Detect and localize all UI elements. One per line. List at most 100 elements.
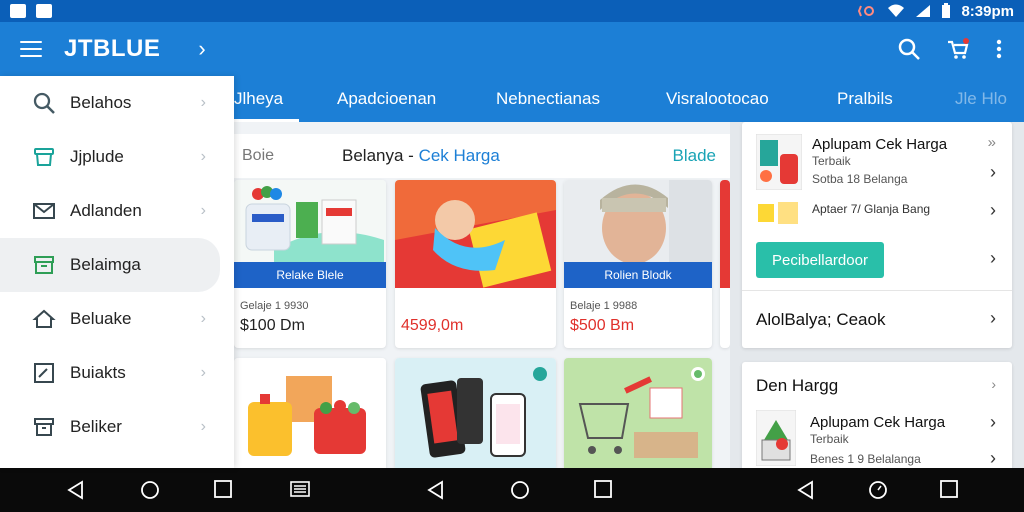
recents-icon[interactable] xyxy=(594,480,612,498)
cart-icon[interactable] xyxy=(946,38,970,60)
drawer-item-label: Belahos xyxy=(70,93,132,112)
price-check-row2: Aptaer 7/ Glanja Bang xyxy=(812,202,931,216)
product-card-8-partial xyxy=(720,358,730,468)
product-image xyxy=(395,180,556,288)
back-icon[interactable] xyxy=(796,480,814,500)
section-title-dash: - xyxy=(408,146,414,165)
product-banner: Relake Blele xyxy=(234,262,386,288)
product-thumbnail xyxy=(756,410,796,466)
chevron-right-icon[interactable]: › xyxy=(990,248,996,269)
navigation-drawer: Belahos › Jjplude › Adlanden › Belaimga … xyxy=(0,76,234,468)
home-button-icon[interactable] xyxy=(510,480,530,500)
recents-icon[interactable] xyxy=(214,480,232,498)
card2-row-sub2: Benes 1 9 Belalanga xyxy=(810,452,921,466)
double-chevron-icon[interactable]: » xyxy=(988,134,996,151)
chart-icon xyxy=(34,363,54,383)
price-check-title: Aplupam Cek Harga xyxy=(812,136,948,153)
system-nav-bar xyxy=(0,468,1024,512)
chevron-right-icon: › xyxy=(200,202,206,219)
search-icon xyxy=(33,92,55,114)
drawer-item-label: Beluake xyxy=(70,309,132,328)
tab-4[interactable]: Visralootocao xyxy=(666,76,769,122)
drawer-item-label: Jjplude xyxy=(70,147,124,166)
chevron-right-icon[interactable]: › xyxy=(991,376,996,392)
tab-3[interactable]: Nebnectianas xyxy=(496,76,600,122)
product-price: $100 Dm xyxy=(240,317,305,334)
product-banner: Rolien Blodk xyxy=(564,262,712,288)
drawer-item-6[interactable]: Buiakts › xyxy=(0,346,234,400)
drawer-item-label: Buiakts xyxy=(70,363,126,382)
tab-1[interactable]: Jlheya xyxy=(227,76,300,122)
image-icon xyxy=(36,4,52,18)
home-button-icon[interactable] xyxy=(140,480,160,500)
product-image xyxy=(395,358,556,468)
drawer-item-5[interactable]: Beluake › xyxy=(0,292,234,346)
section-header: Boie Belanya - Cek Harga Blade xyxy=(234,134,730,178)
drawer-item-2[interactable]: Jjplude › xyxy=(0,130,234,184)
product-card-3[interactable]: Rolien Blodk Belaje 1 9988 $500 Bm xyxy=(564,180,712,348)
teal-action-button[interactable]: Pecibellardoor xyxy=(756,242,884,278)
see-all-link[interactable]: Blade xyxy=(673,146,716,166)
tab-2[interactable]: Apadcioenan xyxy=(337,76,436,122)
card2-row-sub: Terbaik xyxy=(810,432,849,446)
product-card-5[interactable] xyxy=(234,358,386,468)
chevron-right-icon[interactable]: › xyxy=(990,308,996,329)
back-icon[interactable] xyxy=(66,480,84,500)
keyboard-icon[interactable] xyxy=(290,480,310,498)
more-vert-icon[interactable] xyxy=(996,39,1002,59)
drawer-item-3[interactable]: Adlanden › xyxy=(0,184,234,238)
ring-icon xyxy=(858,5,875,17)
drawer-item-1[interactable]: Belahos › xyxy=(0,76,234,130)
tab-5[interactable]: Pralbils xyxy=(837,76,893,122)
chevron-right-icon: › xyxy=(200,310,206,327)
signal-icon xyxy=(916,5,931,17)
app-bar: JTBLUE › xyxy=(0,22,1024,76)
drawer-item-4[interactable]: Belaimga xyxy=(0,238,220,292)
home-button-icon[interactable] xyxy=(868,480,888,500)
product-card-2[interactable]: 4599,0m xyxy=(395,180,556,348)
product-image xyxy=(564,358,712,468)
row3-title[interactable]: AlolBalya; Ceaok xyxy=(756,310,885,330)
card2-row-title: Aplupam Cek Harga xyxy=(810,414,946,431)
den-hargg-card: Den Hargg › Aplupam Cek Harga Terbaik Be… xyxy=(742,362,1012,468)
product-meta: Belaje 1 9988 xyxy=(570,300,638,312)
chevron-right-icon: › xyxy=(200,94,206,111)
section-title-accent: Cek Harga xyxy=(418,146,500,165)
tab-6[interactable]: Jle Hlo xyxy=(955,76,1007,122)
chevron-right-icon: › xyxy=(200,364,206,381)
card-header: Den Hargg xyxy=(756,376,839,395)
price-check-sub2: Sotba 18 Belanga xyxy=(812,172,908,186)
product-card-1[interactable]: Relake Blele Gelaje 1 9930 $100 Dm xyxy=(234,180,386,348)
status-bar: 8:39pm xyxy=(0,0,1024,22)
product-card-4-partial[interactable] xyxy=(720,180,730,348)
product-thumbnail xyxy=(758,202,798,224)
section-title: Belanya - Cek Harga xyxy=(342,146,500,166)
chevron-right-icon[interactable]: › xyxy=(990,162,996,183)
product-image xyxy=(234,358,386,468)
chevron-right-icon[interactable]: › xyxy=(990,412,996,433)
app-title: JTBLUE xyxy=(64,35,161,62)
chevron-right-icon[interactable]: › xyxy=(198,36,205,62)
product-card-7[interactable] xyxy=(564,358,712,468)
clock: 8:39pm xyxy=(961,2,1014,20)
section-small-label: Boie xyxy=(242,147,275,164)
back-icon[interactable] xyxy=(426,480,444,500)
drawer-item-7[interactable]: Beliker › xyxy=(0,400,234,454)
product-card-6[interactable] xyxy=(395,358,556,468)
menu-icon[interactable] xyxy=(20,41,42,57)
recents-icon[interactable] xyxy=(940,480,958,498)
basket-icon xyxy=(34,148,54,166)
gmail-icon xyxy=(10,4,26,18)
drawer-item-label: Belaimga xyxy=(70,255,141,274)
product-image xyxy=(234,180,386,262)
price-check-card: Aplupam Cek Harga Terbaik Sotba 18 Belan… xyxy=(742,122,1012,348)
drawer-item-label: Adlanden xyxy=(70,201,142,220)
price-check-sub: Terbaik xyxy=(812,154,851,168)
box-icon xyxy=(34,418,54,436)
search-icon[interactable] xyxy=(898,38,920,60)
product-meta: Gelaje 1 9930 xyxy=(240,300,309,312)
chevron-right-icon[interactable]: › xyxy=(990,448,996,469)
product-thumbnail xyxy=(756,134,802,190)
chevron-right-icon[interactable]: › xyxy=(990,200,996,221)
tab-bar: Jlheya Apadcioenan Nebnectianas Visraloo… xyxy=(227,76,1024,122)
